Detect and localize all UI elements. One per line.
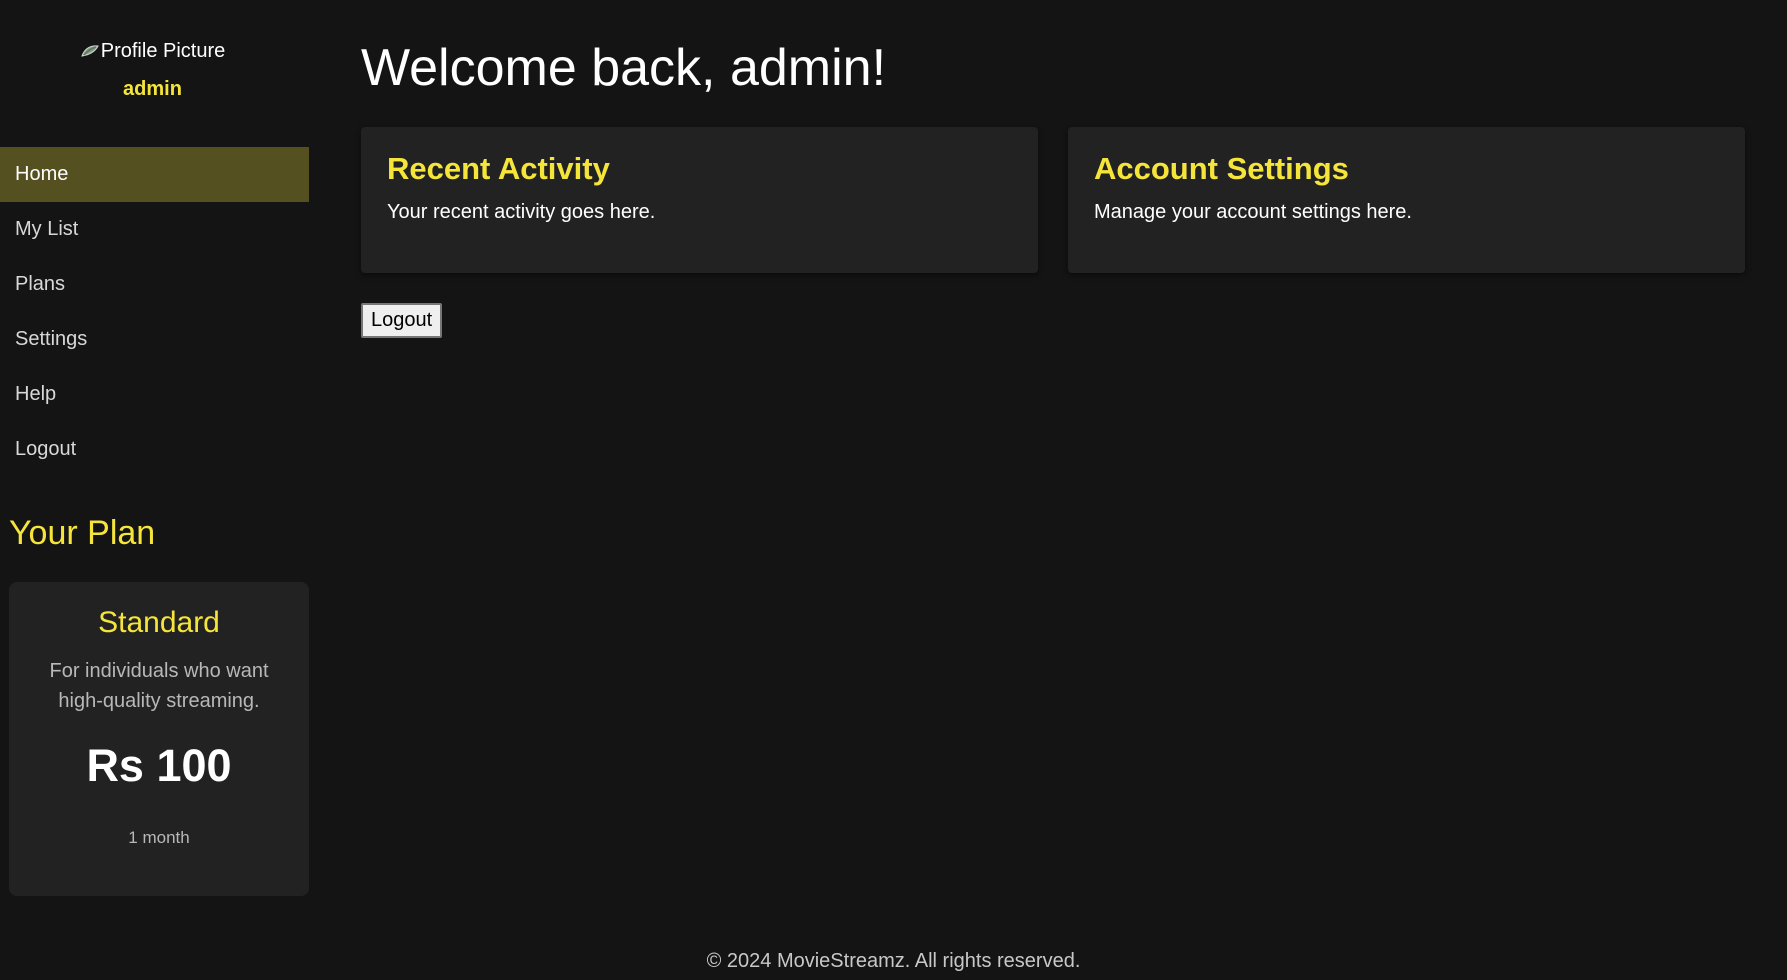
footer: © 2024 MovieStreamz. All rights reserved… xyxy=(706,950,1081,972)
logout-button[interactable]: Logout xyxy=(361,303,443,338)
page-title: Welcome back, admin! xyxy=(361,39,887,97)
sidebar-item-help[interactable]: Help xyxy=(0,367,309,422)
plan-duration: 1 month xyxy=(128,828,190,847)
card-text: Your recent activity goes here. xyxy=(387,201,656,223)
card-title: Account Settings xyxy=(1094,151,1349,186)
profile-picture[interactable]: Profile Picture xyxy=(80,38,226,64)
profile-picture-alt-text: Profile Picture xyxy=(100,39,226,62)
plan-price: Rs 100 xyxy=(86,740,232,791)
plan-card: Standard For individuals who want high-q… xyxy=(9,582,309,896)
sidebar-item-plans[interactable]: Plans xyxy=(0,257,309,312)
account-settings-card: Account Settings Manage your account set… xyxy=(1068,127,1745,273)
sidebar-item-home[interactable]: Home xyxy=(0,147,309,202)
profile-section: Profile Picture admin xyxy=(0,38,305,101)
sidebar: Profile Picture admin Home My List Plans… xyxy=(0,0,309,980)
sidebar-item-logout[interactable]: Logout xyxy=(0,422,309,477)
your-plan-heading: Your Plan xyxy=(9,514,156,552)
plan-name: Standard xyxy=(98,606,220,639)
broken-image-icon xyxy=(80,44,100,58)
profile-username: admin xyxy=(123,78,182,100)
card-title: Recent Activity xyxy=(387,151,610,186)
sidebar-nav: Home My List Plans Settings Help Logout xyxy=(0,147,309,477)
recent-activity-card: Recent Activity Your recent activity goe… xyxy=(361,127,1038,273)
card-text: Manage your account settings here. xyxy=(1094,201,1412,223)
sidebar-item-my-list[interactable]: My List xyxy=(0,202,309,257)
sidebar-item-settings[interactable]: Settings xyxy=(0,312,309,367)
plan-description: For individuals who want high-quality st… xyxy=(49,660,269,712)
